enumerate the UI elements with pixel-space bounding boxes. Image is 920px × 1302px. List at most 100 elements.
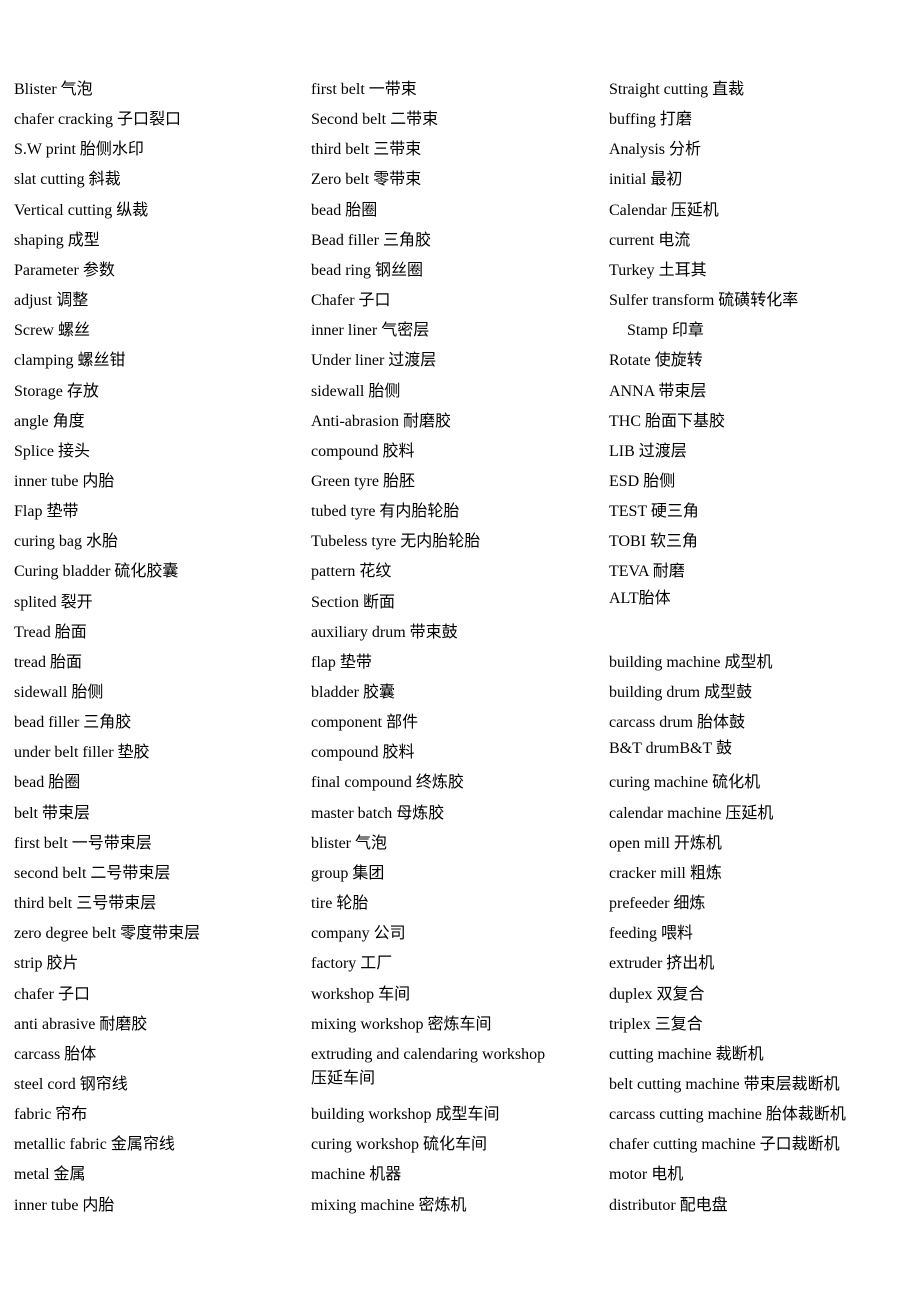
glossary-term: angle 角度 — [14, 412, 85, 430]
glossary-term: tire 轮胎 — [311, 895, 369, 913]
glossary-term: B&T drumB&T 鼓 — [609, 740, 732, 758]
glossary-term: group 集团 — [311, 864, 385, 882]
glossary-term: under belt filler 垫胶 — [14, 744, 150, 762]
glossary-term: buffing 打磨 — [609, 111, 692, 129]
glossary-term: company 公司 — [311, 925, 406, 943]
glossary-term: triplex 三复合 — [609, 1015, 703, 1033]
glossary-term: shaping 成型 — [14, 231, 100, 249]
glossary-term: ANNA 带束层 — [609, 382, 707, 400]
glossary-term: prefeeder 细炼 — [609, 895, 706, 913]
glossary-term: chafer cutting machine 子口裁断机 — [609, 1136, 840, 1154]
glossary-term: sidewall 胎侧 — [311, 382, 401, 400]
glossary-term: workshop 车间 — [311, 985, 411, 1003]
glossary-term: LIB 过渡层 — [609, 442, 687, 460]
glossary-term: slat cutting 斜裁 — [14, 171, 121, 189]
glossary-term: carcass drum 胎体鼓 — [609, 714, 745, 732]
glossary-term: Parameter 参数 — [14, 261, 115, 279]
glossary-term: steel cord 钢帘线 — [14, 1075, 128, 1093]
glossary-term: third belt 三带束 — [311, 141, 422, 159]
glossary-term: Turkey 土耳其 — [609, 261, 707, 279]
glossary-term: pattern 花纹 — [311, 563, 392, 581]
glossary-term: splited 裂开 — [14, 593, 93, 611]
glossary-term: TEVA 耐磨 — [609, 563, 685, 581]
glossary-term: distributor 配电盘 — [609, 1196, 728, 1214]
glossary-term: Bead filler 三角胶 — [311, 231, 431, 249]
glossary-term: curing workshop 硫化车间 — [311, 1136, 487, 1154]
glossary-term: Flap 垫带 — [14, 503, 79, 521]
glossary-term: compound 胶料 — [311, 744, 415, 762]
glossary-term: inner tube 内胎 — [14, 1196, 115, 1214]
glossary-term: fabric 帘布 — [14, 1106, 88, 1124]
glossary-term: S.W print 胎侧水印 — [14, 141, 144, 159]
glossary-term: ALT胎体 — [609, 589, 671, 607]
glossary-term: curing machine 硫化机 — [609, 774, 761, 792]
glossary-term: open mill 开炼机 — [609, 834, 722, 852]
glossary-term: metallic fabric 金属帘线 — [14, 1136, 175, 1154]
glossary-term: chafer cracking 子口裂口 — [14, 111, 182, 129]
glossary-term: mixing workshop 密炼车间 — [311, 1015, 492, 1033]
glossary-term: first belt 一号带束层 — [14, 834, 152, 852]
glossary-term: adjust 调整 — [14, 292, 89, 310]
glossary-term: extruder 挤出机 — [609, 955, 715, 973]
glossary-term: extruding and calendaring workshop 压延车间 — [311, 1045, 546, 1087]
glossary-term: Sulfer transform 硫磺转化率 — [609, 292, 799, 310]
glossary-term: Green tyre 胎胚 — [311, 472, 415, 490]
glossary-term: sidewall 胎侧 — [14, 684, 104, 701]
glossary-term: belt 带束层 — [14, 804, 90, 822]
glossary-term: ESD 胎侧 — [609, 472, 676, 490]
glossary-term: Calendar 压延机 — [609, 201, 719, 219]
glossary-term: building machine 成型机 — [609, 653, 773, 671]
glossary-term: Zero belt 零带束 — [311, 171, 422, 189]
glossary-term: motor 电机 — [609, 1166, 684, 1184]
glossary-term: carcass cutting machine 胎体裁断机 — [609, 1106, 846, 1124]
glossary-term: blister 气泡 — [311, 834, 387, 852]
glossary-term: Splice 接头 — [14, 442, 90, 460]
glossary-term: metal 金属 — [14, 1166, 86, 1184]
glossary-term: mixing machine 密炼机 — [311, 1196, 467, 1214]
glossary-term: TOBI 软三角 — [609, 533, 699, 551]
glossary-term: initial 最初 — [609, 171, 683, 189]
glossary-term: tubed tyre 有内胎轮胎 — [311, 503, 460, 521]
glossary-term: Storage 存放 — [14, 382, 99, 400]
glossary-term: chafer 子口 — [14, 985, 90, 1003]
glossary-term: current 电流 — [609, 231, 691, 249]
glossary-term: auxiliary drum 带束鼓 — [311, 623, 458, 641]
glossary-term: Curing bladder 硫化胶囊 — [14, 563, 179, 581]
glossary-term: THC 胎面下基胶 — [609, 412, 726, 430]
glossary-term: Chafer 子口 — [311, 292, 391, 310]
glossary-term: clamping 螺丝钳 — [14, 352, 126, 370]
glossary-term: bead filler 三角胶 — [14, 714, 132, 732]
glossary-term: Second belt 二带束 — [311, 111, 439, 129]
glossary-term: flap 垫带 — [311, 653, 372, 671]
glossary-term: duplex 双复合 — [609, 985, 705, 1003]
glossary-term: curing bag 水胎 — [14, 533, 118, 551]
glossary-term: Straight cutting 直裁 — [609, 81, 745, 98]
glossary-term: cracker mill 粗炼 — [609, 864, 722, 882]
glossary-term: building drum 成型鼓 — [609, 684, 753, 701]
glossary-term: inner liner 气密层 — [311, 322, 430, 340]
glossary-term: Analysis 分析 — [609, 141, 702, 159]
glossary-term: Stamp 印章 — [627, 322, 704, 340]
glossary-term: bead 胎圈 — [311, 201, 378, 219]
glossary-term: Vertical cutting 纵裁 — [14, 201, 149, 219]
glossary-term: zero degree belt 零度带束层 — [14, 925, 201, 943]
glossary-term: tread 胎面 — [14, 653, 82, 671]
glossary-term: Screw 螺丝 — [14, 322, 90, 340]
glossary-term: cutting machine 裁断机 — [609, 1045, 764, 1063]
glossary-term: building workshop 成型车间 — [311, 1106, 500, 1124]
glossary-term: Tubeless tyre 无内胎轮胎 — [311, 533, 481, 551]
glossary-term: compound 胶料 — [311, 442, 415, 460]
glossary-term: bladder 胶囊 — [311, 684, 395, 701]
glossary-term: factory 工厂 — [311, 955, 393, 973]
glossary-term: final compound 终炼胶 — [311, 774, 464, 792]
glossary-term: belt cutting machine 带束层裁断机 — [609, 1075, 840, 1093]
glossary-term: TEST 硬三角 — [609, 503, 699, 521]
glossary-term: Under liner 过渡层 — [311, 352, 437, 370]
glossary-term: Tread 胎面 — [14, 623, 87, 641]
glossary-term: carcass 胎体 — [14, 1045, 97, 1063]
glossary-term: Anti-abrasion 耐磨胶 — [311, 412, 451, 430]
glossary-term: machine 机器 — [311, 1166, 402, 1184]
glossary-term: third belt 三号带束层 — [14, 895, 157, 913]
glossary-term: Blister 气泡 — [14, 81, 93, 98]
glossary-term: inner tube 内胎 — [14, 472, 115, 490]
